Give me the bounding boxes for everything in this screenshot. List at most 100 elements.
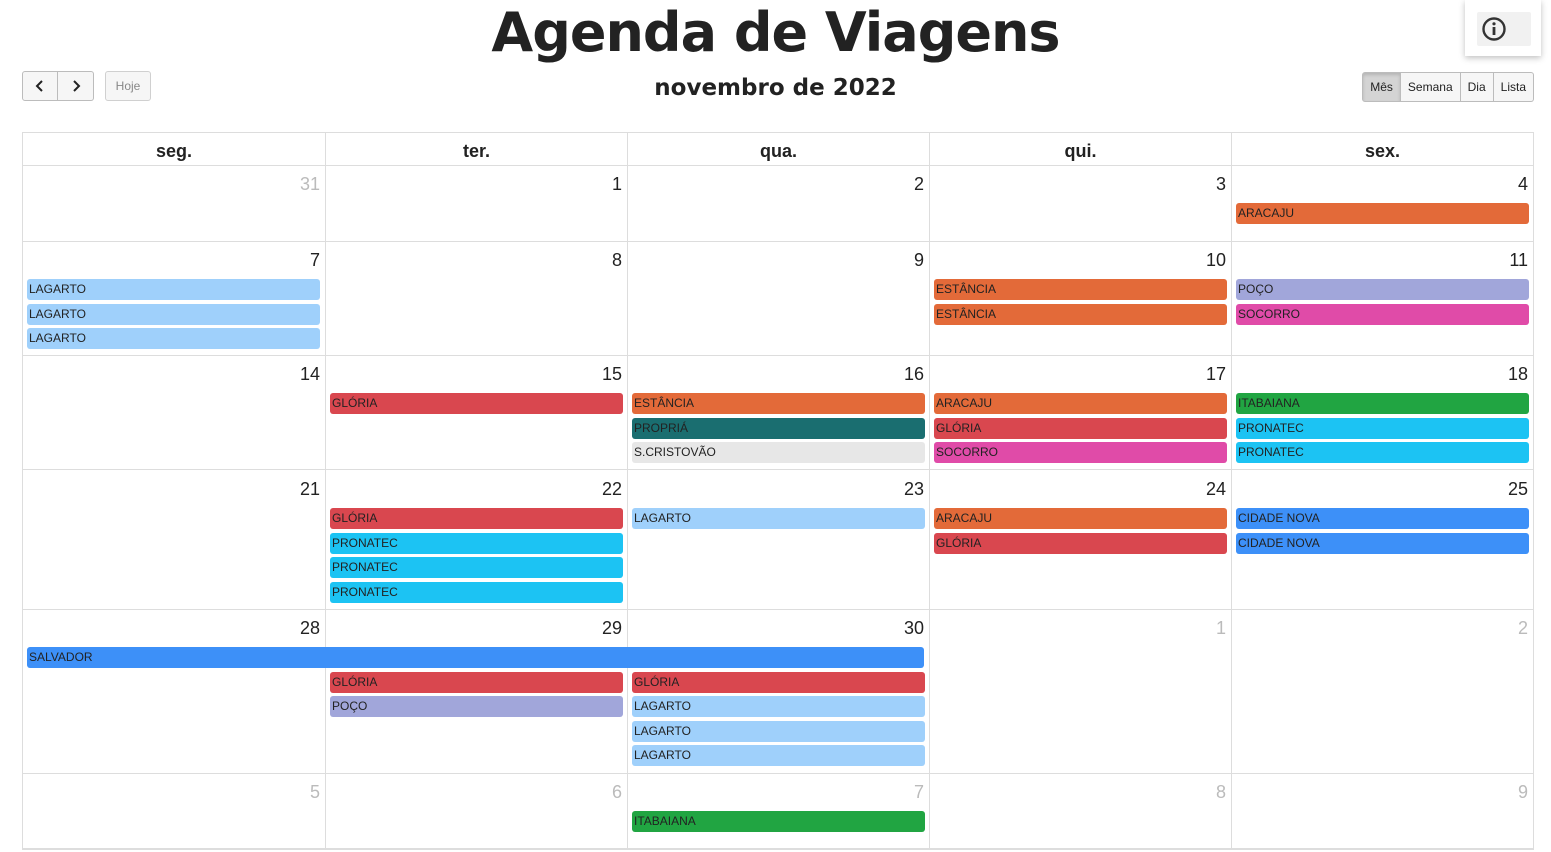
event-lagarto[interactable]: LAGARTO (632, 696, 925, 717)
event-po-o[interactable]: POÇO (330, 696, 623, 717)
event-itabaiana[interactable]: ITABAIANA (632, 811, 925, 832)
day-cell[interactable]: 7 LAGARTO LAGARTO LAGARTO (23, 241, 325, 355)
day-number[interactable]: 1 (612, 174, 622, 195)
day-cell[interactable]: 1 (929, 609, 1231, 773)
event-pronatec[interactable]: PRONATEC (330, 581, 623, 603)
event-pronatec[interactable]: PRONATEC (1236, 442, 1529, 463)
day-cell[interactable]: 5 (23, 773, 325, 848)
day-cell[interactable]: 21 (23, 470, 325, 609)
day-cell[interactable]: 23 LAGARTO (627, 470, 929, 609)
info-button[interactable] (1477, 12, 1531, 46)
day-number[interactable]: 25 (1508, 479, 1528, 500)
day-number[interactable]: 22 (602, 479, 622, 500)
event-gl-ria[interactable]: GLÓRIA (330, 671, 623, 693)
day-cell[interactable]: 1 (325, 165, 627, 241)
event-po-o[interactable]: POÇO (1236, 279, 1529, 300)
day-cell[interactable]: 17 ARACAJU GLÓRIA SOCORRO (929, 355, 1231, 469)
event-lagarto[interactable]: LAGARTO (632, 745, 925, 766)
day-number[interactable]: 9 (1518, 782, 1528, 803)
event-lagarto[interactable]: LAGARTO (632, 720, 925, 742)
day-number[interactable]: 31 (300, 174, 320, 195)
day-number[interactable]: 30 (904, 618, 924, 639)
event-pronatec[interactable]: PRONATEC (1236, 417, 1529, 439)
day-cell[interactable]: 10 ESTÂNCIA ESTÂNCIA (929, 241, 1231, 355)
day-number[interactable]: 15 (602, 364, 622, 385)
day-number[interactable]: 9 (914, 250, 924, 271)
event-aracaju[interactable]: ARACAJU (934, 508, 1227, 529)
day-number[interactable]: 5 (310, 782, 320, 803)
day-number[interactable]: 17 (1206, 364, 1226, 385)
event-socorro[interactable]: SOCORRO (934, 442, 1227, 463)
day-cell[interactable]: 4 ARACAJU (1231, 165, 1533, 241)
event-gl-ria[interactable]: GLÓRIA (934, 417, 1227, 439)
event-est-ncia[interactable]: ESTÂNCIA (632, 393, 925, 414)
event-gl-ria[interactable]: GLÓRIA (330, 393, 623, 414)
day-number[interactable]: 8 (1216, 782, 1226, 803)
day-cell[interactable]: 8 (325, 241, 627, 355)
event-pronatec[interactable]: PRONATEC (330, 532, 623, 554)
next-month-button[interactable] (58, 71, 94, 101)
day-number[interactable]: 6 (612, 782, 622, 803)
day-cell[interactable]: 3 (929, 165, 1231, 241)
day-cell[interactable]: 31 (23, 165, 325, 241)
day-number[interactable]: 23 (904, 479, 924, 500)
day-cell[interactable]: 28 (23, 609, 325, 773)
event-lagarto[interactable]: LAGARTO (27, 279, 320, 300)
event-propri-[interactable]: PROPRIÁ (632, 417, 925, 439)
event-itabaiana[interactable]: ITABAIANA (1236, 393, 1529, 414)
day-cell[interactable]: 24 ARACAJU GLÓRIA (929, 470, 1231, 609)
event-aracaju[interactable]: ARACAJU (934, 393, 1227, 414)
day-cell[interactable]: 30 GLÓRIA LAGARTO LAGARTO LAGARTO (627, 609, 929, 773)
day-number[interactable]: 7 (310, 250, 320, 271)
day-number[interactable]: 4 (1518, 174, 1528, 195)
day-number[interactable]: 7 (914, 782, 924, 803)
day-cell[interactable]: 16 ESTÂNCIA PROPRIÁ S.CRISTOVÃO (627, 355, 929, 469)
day-cell[interactable]: 7 ITABAIANA (627, 773, 929, 848)
day-number[interactable]: 21 (300, 479, 320, 500)
day-number[interactable]: 3 (1216, 174, 1226, 195)
event-gl-ria[interactable]: GLÓRIA (934, 532, 1227, 554)
day-cell[interactable]: 15 GLÓRIA (325, 355, 627, 469)
day-number[interactable]: 10 (1206, 250, 1226, 271)
day-number[interactable]: 18 (1508, 364, 1528, 385)
day-number[interactable]: 28 (300, 618, 320, 639)
event-salvador[interactable]: SALVADOR (27, 647, 924, 668)
event-lagarto[interactable]: LAGARTO (27, 303, 320, 325)
view-week-button[interactable]: Semana (1400, 72, 1461, 102)
day-cell[interactable]: 22 GLÓRIA PRONATEC PRONATEC PRONATEC (325, 470, 627, 609)
day-cell[interactable]: 18 ITABAIANA PRONATEC PRONATEC (1231, 355, 1533, 469)
event-lagarto[interactable]: LAGARTO (632, 508, 925, 529)
view-list-button[interactable]: Lista (1493, 72, 1534, 102)
day-cell[interactable]: 6 (325, 773, 627, 848)
day-cell[interactable]: 11 POÇO SOCORRO (1231, 241, 1533, 355)
day-cell[interactable]: 2 (627, 165, 929, 241)
day-number[interactable]: 1 (1216, 618, 1226, 639)
day-number[interactable]: 11 (1509, 250, 1528, 271)
event-est-ncia[interactable]: ESTÂNCIA (934, 303, 1227, 325)
day-number[interactable]: 16 (904, 364, 924, 385)
day-number[interactable]: 29 (602, 618, 622, 639)
view-month-button[interactable]: Mês (1362, 72, 1401, 102)
event-s-cristov-o[interactable]: S.CRISTOVÃO (632, 442, 925, 463)
event-socorro[interactable]: SOCORRO (1236, 303, 1529, 325)
day-cell[interactable]: 2 (1231, 609, 1533, 773)
event-cidade-nova[interactable]: CIDADE NOVA (1236, 508, 1529, 529)
event-aracaju[interactable]: ARACAJU (1236, 203, 1529, 224)
today-button[interactable]: Hoje (105, 71, 151, 101)
day-number[interactable]: 2 (914, 174, 924, 195)
day-cell[interactable]: 25 CIDADE NOVA CIDADE NOVA (1231, 470, 1533, 609)
event-cidade-nova[interactable]: CIDADE NOVA (1236, 532, 1529, 554)
event-pronatec[interactable]: PRONATEC (330, 557, 623, 578)
view-day-button[interactable]: Dia (1460, 72, 1494, 102)
day-number[interactable]: 24 (1206, 479, 1226, 500)
prev-month-button[interactable] (22, 71, 58, 101)
day-cell[interactable]: 8 (929, 773, 1231, 848)
day-cell[interactable]: 29 GLÓRIA POÇO (325, 609, 627, 773)
day-cell[interactable]: 14 (23, 355, 325, 469)
event-est-ncia[interactable]: ESTÂNCIA (934, 279, 1227, 300)
day-cell[interactable]: 9 (1231, 773, 1533, 848)
event-gl-ria[interactable]: GLÓRIA (632, 671, 925, 693)
day-number[interactable]: 2 (1518, 618, 1528, 639)
day-number[interactable]: 8 (612, 250, 622, 271)
event-lagarto[interactable]: LAGARTO (27, 328, 320, 349)
